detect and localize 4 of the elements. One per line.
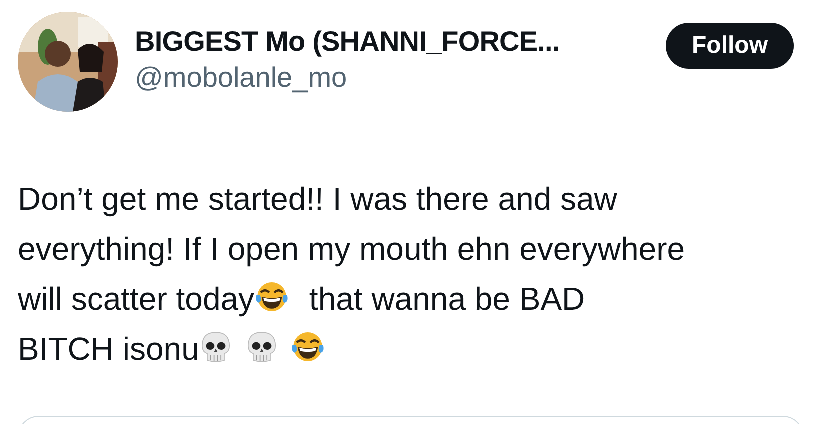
username: @mobolanle_mo <box>135 61 348 95</box>
follow-button[interactable]: Follow <box>666 23 794 69</box>
display-name: BIGGEST Mo (SHANNI_FORCE... <box>135 25 561 59</box>
tweet-text: Don’t get me started!! I was there and saw everything! If I open my mouth ehn everywhere will scatter today that wanna be BAD BITCH isonu <box>18 180 686 369</box>
